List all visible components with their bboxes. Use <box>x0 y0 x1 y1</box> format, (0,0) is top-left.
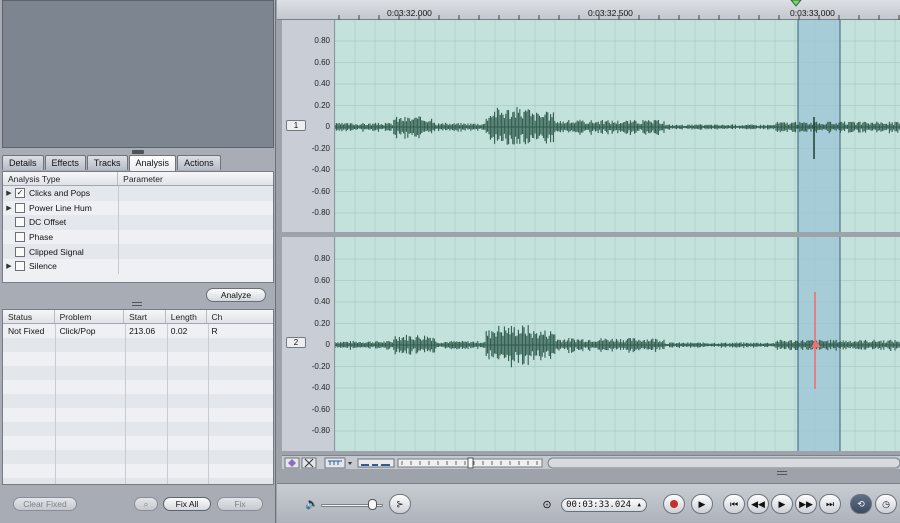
go-to-end-button[interactable]: ⏭ <box>819 494 841 514</box>
column-header-analysis-type[interactable]: Analysis Type <box>3 172 119 185</box>
rewind-icon: ◀◀ <box>751 499 765 509</box>
go-to-start-button[interactable]: ⏮ <box>723 494 745 514</box>
time-ruler[interactable]: 0:03:32.000 0:03:32.500 0:03:33.000 <box>277 0 900 20</box>
skip-forward-icon: ⏭ <box>825 499 835 509</box>
disclosure-triangle-icon[interactable]: ▶ <box>3 262 15 270</box>
timecode-icon: ⊙ <box>542 499 552 511</box>
column-header-parameter[interactable]: Parameter <box>118 172 273 185</box>
tab-analysis[interactable]: Analysis <box>128 155 177 171</box>
column-header-length[interactable]: Length <box>166 310 207 323</box>
play-button[interactable]: ▶ <box>771 494 793 514</box>
loop-icon: ⟲ <box>857 499 865 509</box>
track-2-gutter: 2 0.80 0.60 0.40 0.20 0 -0.20 -0.40 -0.6… <box>282 237 335 451</box>
tab-effects[interactable]: Effects <box>44 155 86 170</box>
skip-back-icon: ⏮ <box>729 499 739 509</box>
results-table-header: Status Problem Start Length Ch <box>3 310 273 324</box>
checkbox-silence[interactable] <box>15 261 25 272</box>
track-number-badge[interactable]: 1 <box>286 120 306 131</box>
clear-fixed-button[interactable]: Clear Fixed <box>13 497 77 511</box>
loop-button[interactable]: ⟲ <box>850 494 872 514</box>
tool-strip <box>282 455 900 469</box>
column-header-problem[interactable]: Problem <box>55 310 125 323</box>
timecode-field[interactable]: 00:03:33.024 ▴ <box>561 498 647 512</box>
play-selection-button[interactable]: ▶ <box>691 494 713 514</box>
fast-forward-icon: ▶▶ <box>799 499 813 509</box>
horizontal-scrollbar <box>547 457 900 469</box>
left-panel: Details Effects Tracks Analysis Actions … <box>0 0 276 523</box>
tool-buttons <box>284 457 900 469</box>
waveform-track-1[interactable] <box>335 20 900 232</box>
column-header-start[interactable]: Start <box>124 310 166 323</box>
tab-actions[interactable]: Actions <box>177 155 221 170</box>
magnifier-icon: ⌕ <box>143 499 149 509</box>
tab-details[interactable]: Details <box>2 155 44 170</box>
play-icon: ▶ <box>778 499 786 509</box>
results-table: Status Problem Start Length Ch Not Fixed… <box>2 309 274 485</box>
disclosure-triangle-icon[interactable]: ▶ <box>3 204 15 212</box>
track-1[interactable]: 1 0.80 0.60 0.40 0.20 0 -0.20 -0.40 -0.6… <box>282 20 900 232</box>
table-row[interactable]: Not Fixed Click/Pop 213.06 0.02 R <box>3 324 273 338</box>
ruler-tool-button <box>324 457 346 469</box>
analyze-button[interactable]: Analyze <box>206 288 266 302</box>
track-number-badge[interactable]: 2 <box>286 337 306 348</box>
disclosure-triangle-icon[interactable]: ▶ <box>3 189 15 197</box>
waveform-editor: 0:03:32.000 0:03:32.500 0:03:33.000 1 0.… <box>277 0 900 523</box>
record-button[interactable] <box>663 494 685 514</box>
cycle-button[interactable]: ◷ <box>875 494 897 514</box>
clock-icon: ◷ <box>882 499 890 509</box>
transport-bar: 🔈 ⊱ ⊙ 00:03:33.024 ▴ ▶ ⏮ ◀◀ ▶ ▶▶ ⏭ ⟲ ◷ <box>277 483 900 523</box>
fix-all-button[interactable]: Fix All <box>163 497 211 511</box>
checkbox-clicks-and-pops[interactable]: ✓ <box>15 188 25 199</box>
checkbox-dc-offset[interactable] <box>15 217 25 228</box>
analysis-row-silence[interactable]: ▶ Silence <box>3 258 273 274</box>
column-header-status[interactable]: Status <box>3 310 55 323</box>
waveform-track-2[interactable] <box>335 237 900 451</box>
ruler-tick-marks <box>338 0 900 20</box>
splitter-handle[interactable] <box>777 471 787 475</box>
analysis-rows: ▶ ✓ Clicks and Pops ▶ Power Line Hum DC Off… <box>3 186 273 274</box>
scrub-icon: ⊱ <box>396 499 404 509</box>
tab-bar: Details Effects Tracks Analysis Actions <box>2 155 222 171</box>
preview-area <box>2 0 274 148</box>
analysis-type-table: Analysis Type Parameter ▶ ✓ Clicks and Pop… <box>2 171 274 283</box>
rewind-button[interactable]: ◀◀ <box>747 494 769 514</box>
analysis-row-dc-offset[interactable]: DC Offset <box>3 215 273 230</box>
track-1-gutter: 1 0.80 0.60 0.40 0.20 0 -0.20 -0.40 -0.6… <box>282 20 335 232</box>
tab-tracks[interactable]: Tracks <box>86 155 128 170</box>
play-icon: ▶ <box>698 499 706 509</box>
zoom-slider-thumb <box>467 457 474 469</box>
analysis-row-phase[interactable]: Phase <box>3 229 273 245</box>
record-icon <box>670 500 678 508</box>
analysis-row-clicks-and-pops[interactable]: ▶ ✓ Clicks and Pops <box>3 186 273 201</box>
splitter-handle[interactable] <box>132 302 142 306</box>
volume-icon: 🔈 <box>305 498 319 510</box>
fix-button[interactable]: Fix <box>217 497 263 511</box>
splitter-handle[interactable] <box>132 150 144 154</box>
ruler-ticks: 0:03:32.000 0:03:32.500 0:03:33.000 <box>335 0 900 20</box>
chevron-down-icon <box>348 462 352 465</box>
checkbox-phase[interactable] <box>15 232 25 243</box>
analysis-row-clipped-signal[interactable]: Clipped Signal <box>3 244 273 259</box>
analysis-table-header: Analysis Type Parameter <box>3 172 273 186</box>
fast-forward-button[interactable]: ▶▶ <box>795 494 817 514</box>
zoom-to-problem-button[interactable]: ⌕ <box>134 497 158 511</box>
analysis-row-power-line-hum[interactable]: ▶ Power Line Hum <box>3 200 273 216</box>
checkbox-power-line-hum[interactable] <box>15 202 25 213</box>
column-header-channel[interactable]: Ch <box>207 310 273 323</box>
track-2[interactable]: 2 0.80 0.60 0.40 0.20 0 -0.20 -0.40 -0.6… <box>282 237 900 451</box>
playhead-marker-icon <box>790 0 802 7</box>
scrub-button[interactable]: ⊱ <box>389 494 411 514</box>
checkbox-clipped-signal[interactable] <box>15 246 25 257</box>
volume-slider-thumb[interactable] <box>368 499 377 510</box>
